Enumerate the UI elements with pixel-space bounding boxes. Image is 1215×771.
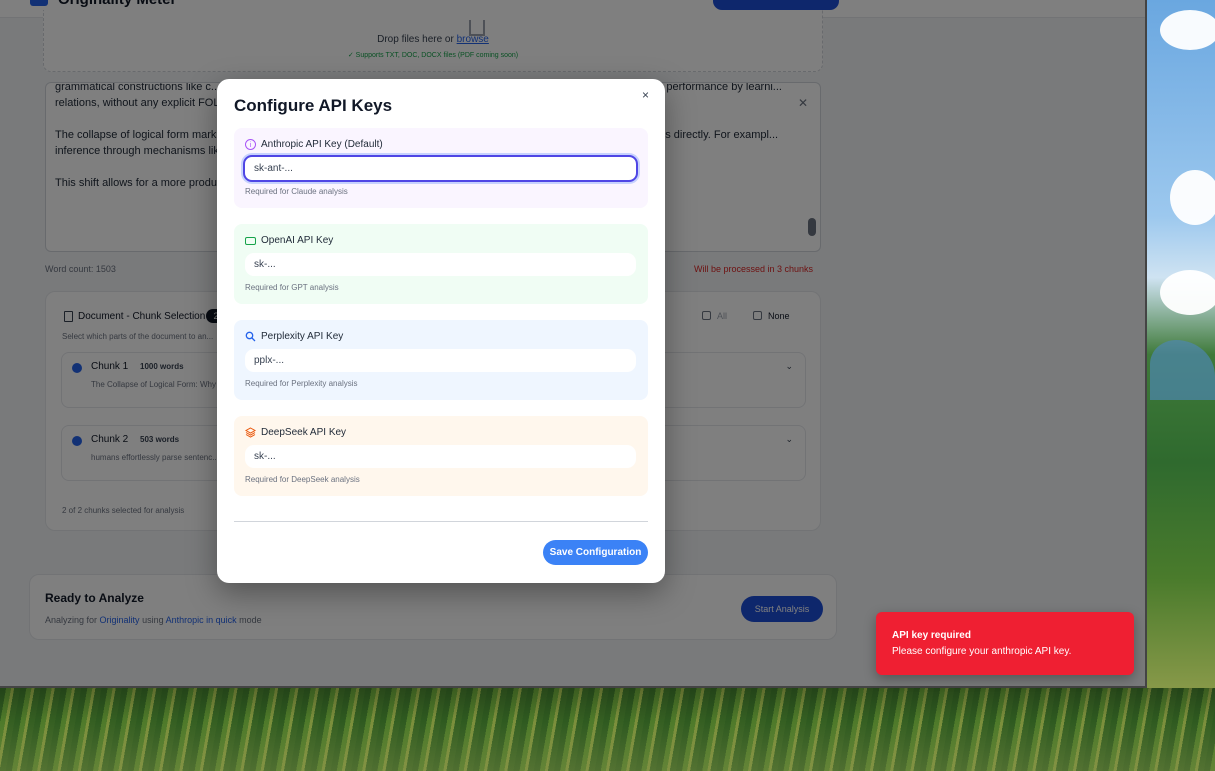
modal-divider (234, 521, 648, 522)
deepseek-key-help: Required for DeepSeek analysis (245, 475, 360, 484)
close-icon[interactable]: × (642, 88, 649, 102)
openai-key-input[interactable] (245, 253, 636, 276)
mountain (1150, 340, 1215, 400)
toast-message: Please configure your anthropic API key. (892, 646, 1072, 657)
openai-key-card: OpenAI API Key Required for GPT analysis (234, 224, 648, 304)
anthropic-key-label: Anthropic API Key (Default) (261, 139, 383, 150)
modal-title: Configure API Keys (234, 96, 393, 115)
cloud (1170, 170, 1215, 225)
api-keys-modal: Configure API Keys × i Anthropic API Key… (217, 79, 665, 583)
perplexity-key-card: Perplexity API Key Required for Perplexi… (234, 320, 648, 400)
openai-key-help: Required for GPT analysis (245, 283, 339, 292)
cloud (1160, 270, 1215, 315)
deepseek-key-input[interactable] (245, 445, 636, 468)
toast-title: API key required (892, 630, 971, 641)
anthropic-key-input[interactable] (243, 155, 638, 182)
openai-key-label: OpenAI API Key (261, 235, 334, 246)
save-configuration-button[interactable]: Save Configuration (543, 540, 648, 565)
robot-icon (245, 237, 256, 245)
cloud (1160, 10, 1215, 50)
grass-foreground (0, 688, 1215, 771)
perplexity-key-label: Perplexity API Key (261, 331, 344, 342)
deepseek-key-label: DeepSeek API Key (261, 427, 347, 438)
perplexity-key-input[interactable] (245, 349, 636, 372)
info-icon: i (245, 139, 256, 150)
deepseek-key-card: DeepSeek API Key Required for DeepSeek a… (234, 416, 648, 496)
error-toast[interactable]: API key required Please configure your a… (876, 612, 1134, 675)
anthropic-key-card: i Anthropic API Key (Default) Required f… (234, 128, 648, 208)
anthropic-key-help: Required for Claude analysis (245, 187, 348, 196)
perplexity-key-help: Required for Perplexity analysis (245, 379, 358, 388)
layers-icon (244, 427, 257, 438)
search-icon (245, 331, 256, 342)
